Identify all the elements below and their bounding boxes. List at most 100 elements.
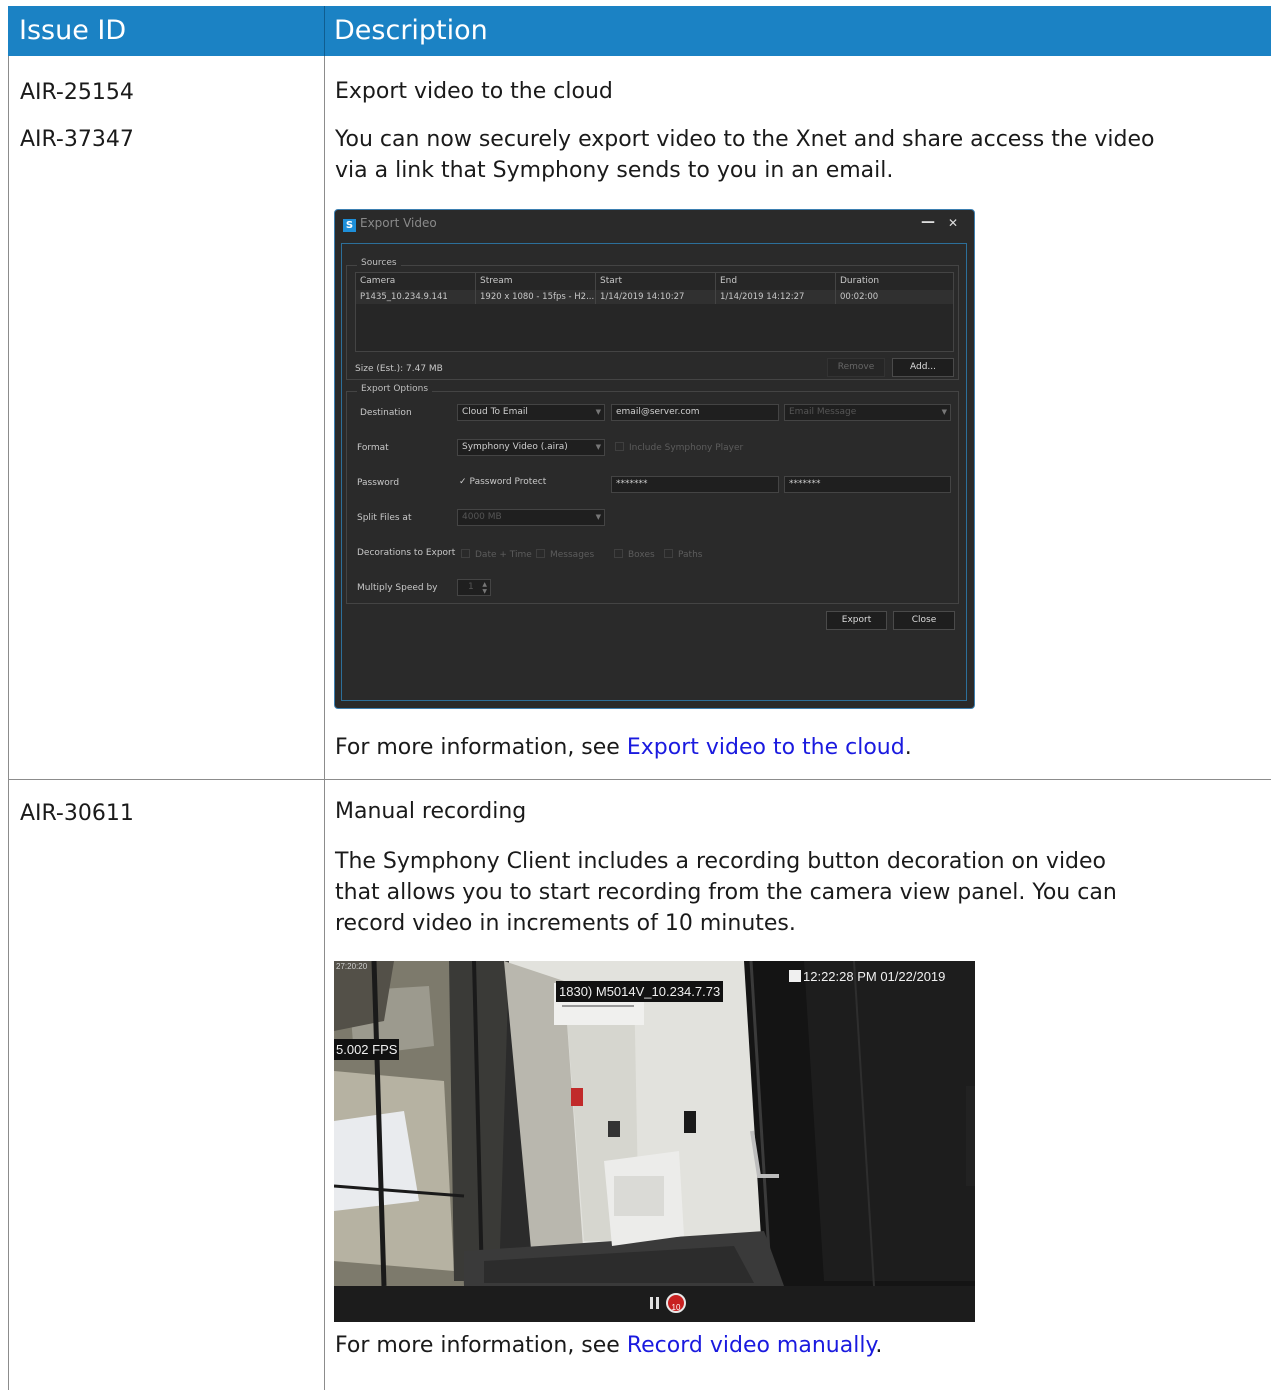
more-info: For more information, see Export video t…	[335, 732, 912, 763]
record-button[interactable]: 10	[666, 1293, 686, 1313]
email-message-select[interactable]: Email Message ▼	[784, 404, 951, 421]
header-divider	[324, 6, 325, 56]
checkbox-icon	[664, 549, 673, 558]
decoration-label: Messages	[550, 550, 595, 560]
decorations-label: Decorations to Export	[357, 548, 456, 558]
camera-name-label: 1830) M5014V_10.234.7.73	[556, 981, 724, 1002]
row-body-line: record video in increments of 10 minutes…	[335, 911, 796, 936]
release-notes-table: Issue ID Description AIR-25154 AIR-37347…	[8, 6, 1271, 1390]
row-body-line: that allows you to start recording from …	[335, 880, 1117, 905]
chevron-down-icon: ▼	[595, 408, 601, 416]
grid-cell-camera[interactable]: P1435_10.234.9.141	[356, 290, 476, 304]
chevron-down-icon: ▼	[595, 443, 601, 451]
fps-label: 5.002 FPS	[334, 1039, 400, 1060]
table-left-border	[8, 56, 9, 1390]
minimize-icon[interactable]: —	[921, 214, 935, 230]
column-header[interactable]: Stream	[476, 273, 596, 290]
grid-cell-start[interactable]: 1/14/2019 14:10:27	[596, 290, 716, 304]
column-header[interactable]: Duration	[836, 273, 953, 290]
checkbox-icon	[461, 549, 470, 558]
decoration-messages-checkbox[interactable]: Messages	[536, 549, 594, 560]
password-label: Password	[357, 478, 400, 488]
multiply-speed-stepper[interactable]: 1 ▲ ▼	[457, 579, 491, 596]
checkbox-icon	[614, 549, 623, 558]
more-info: For more information, see Record video m…	[335, 1330, 882, 1361]
side-toolbar	[966, 1086, 975, 1186]
format-select[interactable]: Symphony Video (.aira) ▼	[457, 439, 605, 456]
destination-value: Cloud To Email	[462, 407, 528, 417]
issue-id: AIR-25154	[20, 80, 134, 105]
email-input[interactable]: email@server.com	[611, 404, 779, 421]
export-options-group: Export Options	[346, 384, 959, 604]
size-estimate: Size (Est.): 7.47 MB	[355, 364, 443, 374]
column-header[interactable]: End	[716, 273, 836, 290]
format-value: Symphony Video (.aira)	[462, 442, 568, 452]
close-button[interactable]: Close	[893, 611, 955, 630]
export-options-label: Export Options	[357, 384, 433, 394]
record-video-link[interactable]: Record video manually	[627, 1333, 875, 1358]
timestamp-text: 12:22:28 PM 01/22/2019	[803, 969, 946, 984]
remove-button[interactable]: Remove	[827, 358, 885, 377]
row-body-line: via a link that Symphony sends to you in…	[335, 158, 894, 183]
column-divider	[324, 56, 325, 1390]
more-info-suffix: .	[875, 1333, 883, 1358]
header-description: Description	[334, 15, 488, 46]
issue-id: AIR-37347	[20, 127, 134, 152]
sources-grid: Camera Stream Start End Duration P1435_1…	[355, 272, 954, 352]
table-header: Issue ID Description	[8, 6, 1271, 56]
column-header[interactable]: Start	[596, 273, 716, 290]
corner-time: 27:20:20	[336, 962, 368, 971]
symphony-logo-icon: S	[343, 219, 356, 232]
column-header[interactable]: Camera	[356, 273, 476, 290]
split-files-value: 4000 MB	[462, 512, 502, 522]
grid-cell-duration[interactable]: 00:02:00	[836, 290, 953, 304]
export-button[interactable]: Export	[826, 611, 887, 630]
checkbox-icon	[536, 549, 545, 558]
decoration-date-time-checkbox[interactable]: Date + Time	[461, 549, 532, 560]
camera-view-panel: 27:20:20 1830) M5014V_10.234.7.73 12:22:…	[334, 961, 975, 1322]
format-label: Format	[357, 443, 389, 453]
export-video-dialog: S Export Video — ✕ Sources Camera Stream …	[334, 209, 975, 709]
row-title: Manual recording	[335, 799, 527, 824]
multiply-speed-label: Multiply Speed by	[357, 583, 438, 593]
issue-id: AIR-30611	[20, 801, 134, 826]
timestamp-label: 12:22:28 PM 01/22/2019	[789, 969, 945, 984]
record-increment: 10	[671, 1303, 681, 1312]
checkmark-icon: ✓	[459, 477, 467, 487]
split-files-select[interactable]: 4000 MB ▼	[457, 509, 605, 526]
grid-cell-end[interactable]: 1/14/2019 14:12:27	[716, 290, 836, 304]
timestamp-square-icon	[789, 970, 801, 982]
dialog-title-bar: S Export Video	[343, 216, 437, 232]
decoration-label: Date + Time	[475, 550, 532, 560]
chevron-down-icon: ▼	[595, 513, 601, 521]
decoration-boxes-checkbox[interactable]: Boxes	[614, 549, 655, 560]
add-button[interactable]: Add...	[892, 358, 954, 377]
split-files-label: Split Files at	[357, 513, 412, 523]
row-body-line: The Symphony Client includes a recording…	[335, 849, 1107, 874]
decoration-label: Boxes	[628, 550, 655, 560]
password-confirm-input[interactable]: *******	[784, 476, 951, 493]
dialog-title: Export Video	[360, 216, 437, 230]
header-issue-id: Issue ID	[19, 15, 127, 46]
chevron-down-icon: ▼	[941, 408, 947, 416]
password-protect-label: Password Protect	[469, 477, 547, 487]
stepper-arrows-icon: ▲ ▼	[482, 581, 487, 595]
destination-select[interactable]: Cloud To Email ▼	[457, 404, 605, 421]
export-video-link[interactable]: Export video to the cloud	[627, 735, 905, 760]
pause-icon[interactable]	[650, 1297, 660, 1309]
include-player-checkbox[interactable]: Include Symphony Player	[615, 442, 743, 453]
more-info-suffix: .	[904, 735, 912, 760]
password-protect-checkbox[interactable]: ✓ Password Protect	[459, 477, 546, 487]
grid-cell-stream[interactable]: 1920 x 1080 - 15fps - H2...	[476, 290, 596, 304]
password-input[interactable]: *******	[611, 476, 779, 493]
row-title: Export video to the cloud	[335, 79, 613, 104]
sources-label: Sources	[357, 258, 401, 268]
row-divider	[8, 779, 1271, 780]
decoration-paths-checkbox[interactable]: Paths	[664, 549, 702, 560]
decoration-label: Paths	[678, 550, 703, 560]
checkbox-icon	[615, 442, 624, 451]
include-player-label: Include Symphony Player	[629, 443, 744, 453]
close-icon[interactable]: ✕	[948, 216, 958, 230]
email-message-placeholder: Email Message	[789, 407, 857, 417]
multiply-speed-value: 1	[468, 582, 474, 592]
